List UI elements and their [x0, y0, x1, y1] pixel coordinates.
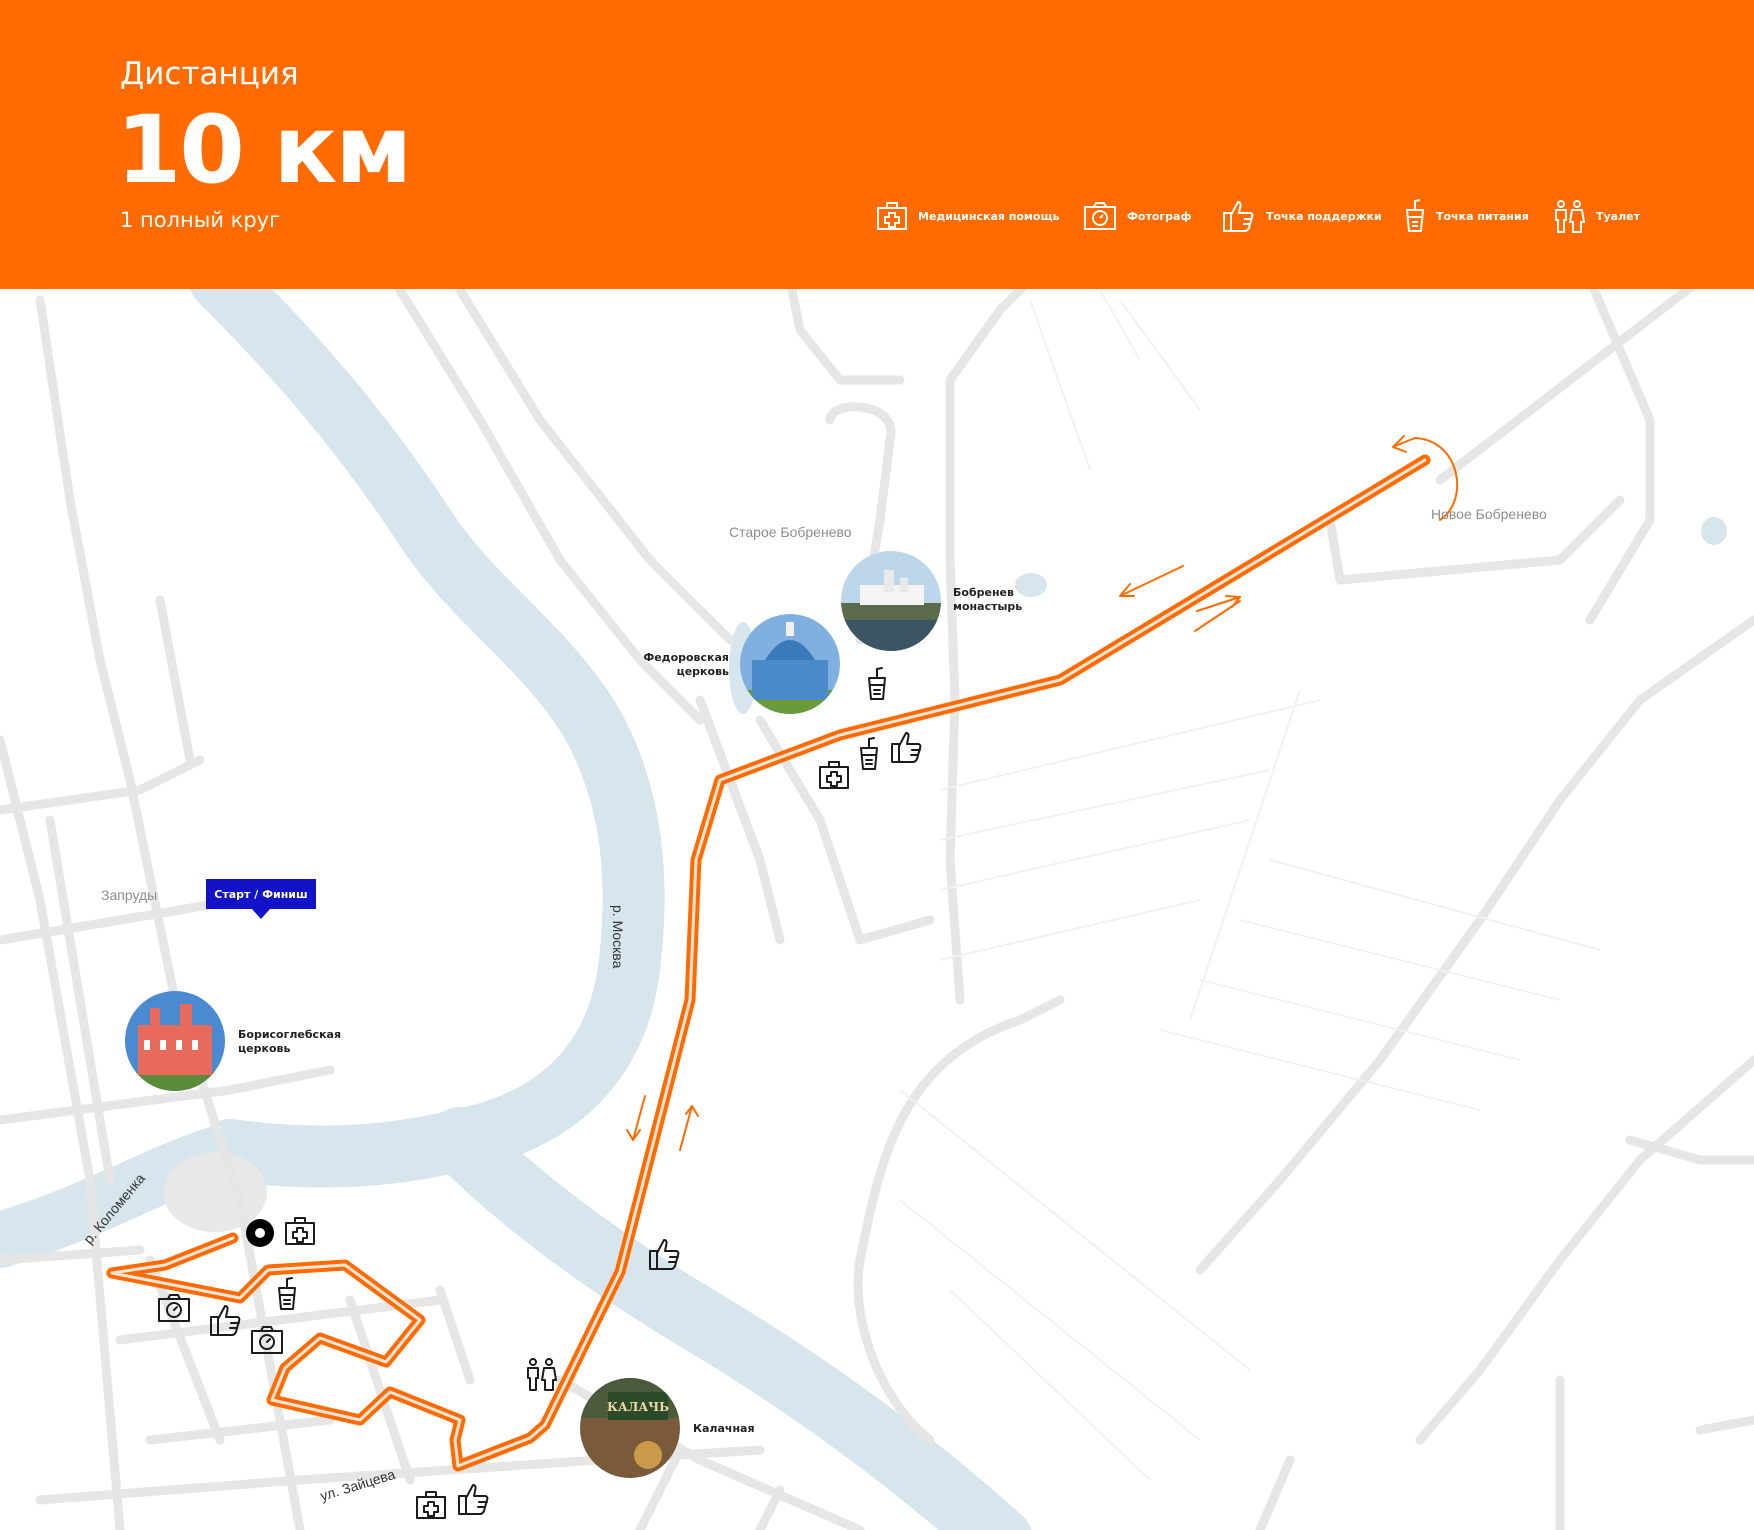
- legend-medical: Медицинская помощь: [876, 196, 1060, 236]
- label-zaprudy: Запруды: [101, 887, 158, 903]
- poi-photo-borisoglebskaya: [125, 991, 225, 1091]
- cup-icon: [868, 667, 886, 700]
- toilet-icon: [527, 1358, 557, 1391]
- distance-caption: Дистанция: [120, 56, 299, 92]
- cup-icon: [1405, 199, 1425, 232]
- cup-icon: [860, 737, 878, 770]
- poi-label-kalachnaya: Калачная: [693, 1422, 755, 1435]
- poi-photo-kalachnaya: КАЛАЧЬ: [580, 1378, 680, 1478]
- start-finish-badge: Старт / Финиш: [206, 879, 316, 919]
- label-new-bobrenevo: Новое Бобренево: [1431, 506, 1547, 522]
- poi-photo-fedorovskaya: [740, 614, 840, 714]
- legend-toilet: Туалет: [1552, 196, 1640, 236]
- medical-kit-icon: [819, 761, 849, 789]
- distance-value: 10 км: [116, 96, 412, 205]
- medical-kit-icon: [416, 1491, 446, 1519]
- label-street-zaytseva: ул. Зайцева: [318, 1466, 397, 1504]
- toilet-icon: [1555, 200, 1586, 233]
- poi-label-fedorovskaya: Федоровская церковь: [643, 651, 729, 678]
- thumbs-up-icon: [458, 1484, 489, 1515]
- legend-photo-label: Фотограф: [1127, 209, 1192, 223]
- legend-photo: Фотограф: [1083, 196, 1191, 236]
- thumbs-up-icon: [891, 732, 922, 763]
- legend-food: Точка питания: [1404, 196, 1529, 236]
- poi-label-borisoglebskaya: Борисоглебская церковь: [238, 1028, 342, 1055]
- route-map: КАЛАЧЬ р. Москва р. Коломенка ул. Зайцев…: [0, 289, 1754, 1530]
- header-banner: Дистанция 10 км 1 полный круг Медицинска…: [0, 0, 1754, 289]
- legend-food-label: Точка питания: [1436, 209, 1529, 223]
- camera-icon: [1084, 202, 1116, 230]
- kalachnaya-sign-text: КАЛАЧЬ: [607, 1400, 669, 1414]
- poi-label-monastery: Бобренев монастырь: [953, 586, 1023, 613]
- poi-photo-monastery: [841, 551, 941, 651]
- medical-kit-icon: [285, 1217, 315, 1245]
- legend-support-label: Точка поддержки: [1266, 209, 1382, 223]
- legend-support: Точка поддержки: [1222, 196, 1382, 236]
- cup-icon: [278, 1277, 296, 1310]
- label-old-bobrenevo: Старое Бобренево: [729, 524, 852, 540]
- start-finish-marker: [246, 1219, 274, 1247]
- laps-caption: 1 полный круг: [120, 208, 281, 232]
- thumbs-up-icon: [1223, 200, 1254, 232]
- legend-medical-label: Медицинская помощь: [918, 209, 1060, 223]
- medical-kit-icon: [877, 202, 907, 230]
- legend-toilet-label: Туалет: [1596, 209, 1640, 223]
- camera-icon: [158, 1294, 190, 1322]
- label-river-moskva: р. Москва: [610, 905, 626, 969]
- field-lines: [899, 289, 1601, 1481]
